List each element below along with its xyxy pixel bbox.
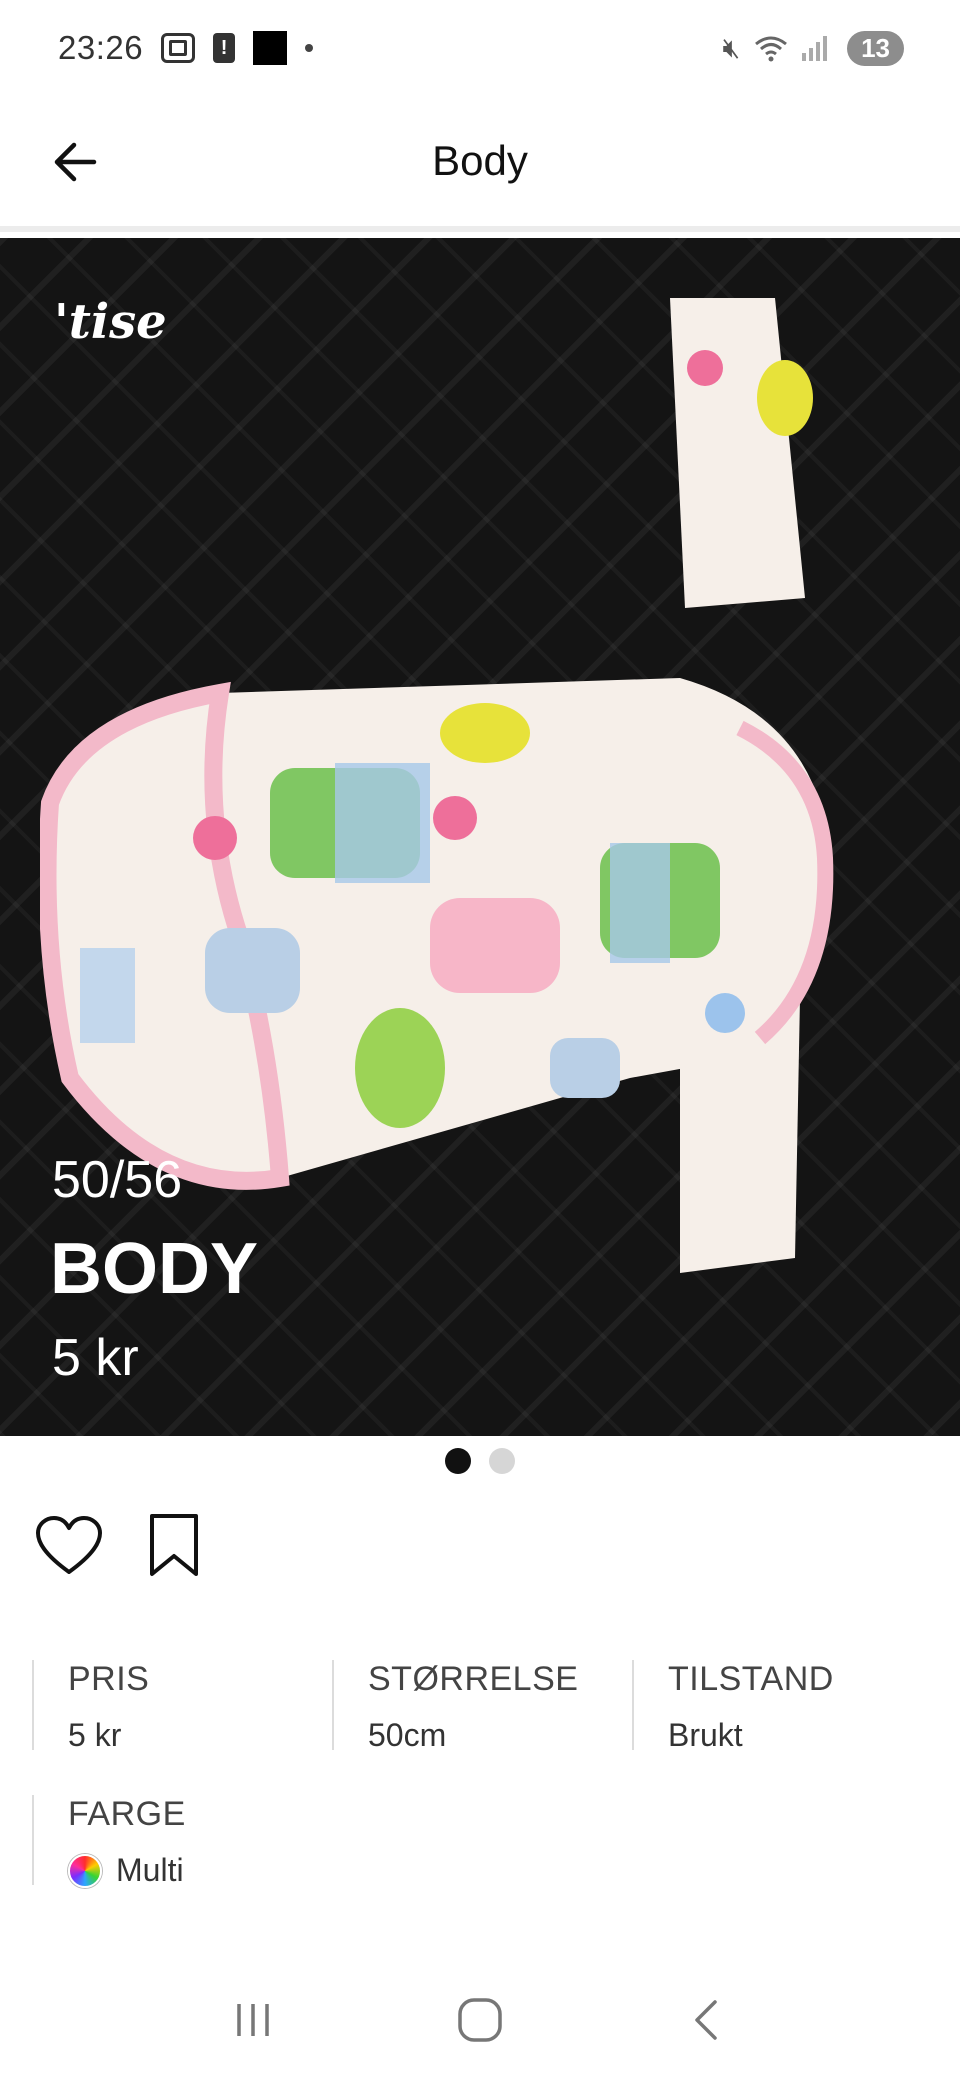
detail-color: FARGE Multi bbox=[32, 1795, 352, 1888]
multicolor-swatch-icon bbox=[68, 1853, 102, 1888]
signal-icon bbox=[802, 35, 828, 61]
detail-size: STØRRELSE 50cm bbox=[332, 1660, 632, 1753]
screenshot-icon bbox=[161, 33, 196, 63]
detail-condition: TILSTAND Brukt bbox=[632, 1660, 932, 1753]
home-icon[interactable] bbox=[450, 1990, 510, 2050]
action-bar bbox=[34, 1512, 202, 1580]
recents-icon[interactable] bbox=[223, 1990, 283, 2050]
detail-price: PRIS 5 kr bbox=[32, 1660, 332, 1753]
hero-product-name: BODY bbox=[50, 1229, 259, 1309]
product-image[interactable]: 'tise 50/56 BODY 5 kr bbox=[0, 238, 960, 1436]
status-time: 23:26 bbox=[58, 29, 144, 66]
app-header: Body bbox=[0, 96, 960, 232]
detail-value-color: Multi bbox=[116, 1852, 184, 1888]
status-left-icons: ! bbox=[161, 31, 314, 65]
hero-size-text: 50/56 bbox=[52, 1151, 183, 1209]
detail-value-size: 50cm bbox=[368, 1717, 447, 1753]
carousel-dot-active[interactable] bbox=[445, 1448, 471, 1474]
back-chevron-icon[interactable] bbox=[677, 1990, 737, 2050]
carousel-dot[interactable] bbox=[489, 1448, 515, 1474]
detail-label-condition: TILSTAND bbox=[668, 1660, 834, 1698]
detail-value-price: 5 kr bbox=[68, 1717, 122, 1753]
detail-value-color-row: Multi bbox=[68, 1852, 352, 1889]
hero-price-text: 5 kr bbox=[52, 1329, 139, 1387]
wifi-icon bbox=[755, 36, 788, 62]
detail-value-condition: Brukt bbox=[668, 1717, 743, 1753]
system-nav-bar bbox=[0, 1960, 960, 2080]
page-title: Body bbox=[432, 137, 528, 184]
brand-watermark: 'tise bbox=[54, 294, 167, 350]
status-bar: 23:26 ! 🔇︎ 13 bbox=[0, 0, 960, 96]
product-details: PRIS 5 kr STØRRELSE 50cm TILSTAND Brukt … bbox=[32, 1660, 932, 1888]
alert-icon: ! bbox=[213, 33, 236, 63]
notification-count-badge: 13 bbox=[847, 30, 904, 66]
detail-label-size: STØRRELSE bbox=[368, 1660, 579, 1698]
mute-icon: 🔇︎ bbox=[722, 31, 741, 63]
app-thumbnail-icon bbox=[253, 31, 288, 65]
heart-icon[interactable] bbox=[34, 1514, 104, 1578]
status-right-icons: 🔇︎ 13 bbox=[722, 30, 904, 66]
notification-dot-icon bbox=[305, 44, 314, 52]
arrow-left-icon[interactable] bbox=[46, 132, 106, 192]
detail-label-price: PRIS bbox=[68, 1660, 150, 1698]
bookmark-icon[interactable] bbox=[146, 1512, 202, 1580]
carousel-indicator bbox=[0, 1448, 960, 1474]
detail-label-color: FARGE bbox=[68, 1795, 186, 1833]
